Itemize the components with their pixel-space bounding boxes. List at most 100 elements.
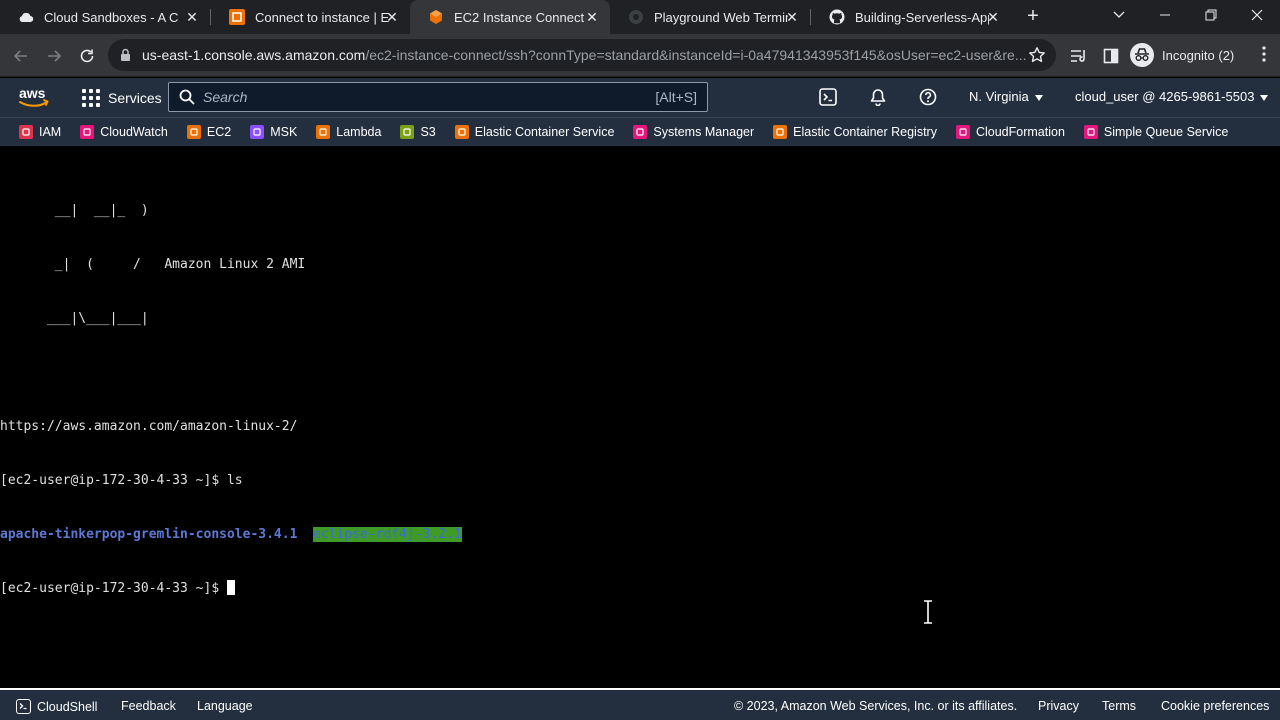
- services-menu[interactable]: Services: [82, 78, 162, 117]
- favorite-elastic-container-service[interactable]: Elastic Container Service: [454, 118, 615, 147]
- search-placeholder: Search: [203, 89, 248, 105]
- reload-button[interactable]: [74, 43, 100, 69]
- url-text: us-east-1.console.aws.amazon.com/ec2-ins…: [142, 47, 1032, 63]
- aws-ec2-icon: [229, 9, 245, 25]
- tab-title: Cloud Sandboxes - A Cloud Guru: [44, 9, 178, 25]
- incognito-label: Incognito (2): [1162, 47, 1235, 63]
- ec2-service-icon: [186, 125, 201, 139]
- favorite-systems-manager[interactable]: Systems Manager: [633, 118, 754, 147]
- bookmark-star-icon[interactable]: [1028, 46, 1046, 69]
- favorite-elastic-container-registry[interactable]: Elastic Container Registry: [773, 118, 937, 147]
- favorite-iam[interactable]: IAM: [19, 118, 61, 147]
- region-label: N. Virginia: [969, 89, 1029, 104]
- cookie-preferences-link[interactable]: Cookie preferences: [1161, 699, 1269, 713]
- screen: Cloud Sandboxes - A Cloud Guru ✕ Connect…: [0, 0, 1280, 720]
- services-label: Services: [108, 89, 162, 106]
- search-shortcut: [Alt+S]: [655, 89, 697, 105]
- favorite-label: CloudWatch: [100, 125, 168, 139]
- restore-icon: [1205, 9, 1217, 21]
- aws-search-input[interactable]: Search [Alt+S]: [168, 82, 708, 112]
- tab-building-serverless-apps[interactable]: Building-Serverless-Apps ✕: [811, 0, 1011, 34]
- favorite-label: Simple Queue Service: [1103, 125, 1229, 139]
- restore-button[interactable]: [1188, 0, 1234, 30]
- svg-text:aws: aws: [19, 85, 46, 101]
- favorite-label: EC2: [206, 125, 232, 139]
- side-panel-icon[interactable]: [1100, 45, 1122, 67]
- forward-button[interactable]: [41, 43, 67, 69]
- browser-menu-icon[interactable]: [1262, 46, 1266, 67]
- cloudshell-button[interactable]: CloudShell: [16, 699, 97, 714]
- tab-cloud-sandboxes[interactable]: Cloud Sandboxes - A Cloud Guru ✕: [0, 0, 210, 34]
- tab-connect-to-instance[interactable]: Connect to instance | EC2 ✕: [211, 0, 410, 34]
- account-menu[interactable]: cloud_user @ 4265-9861-5503: [1075, 89, 1269, 104]
- aws-console-footer: CloudShell Feedback Language © 2023, Ama…: [0, 688, 1280, 720]
- help-icon[interactable]: [918, 87, 938, 107]
- close-window-button[interactable]: [1234, 0, 1280, 30]
- iam-service-icon: [19, 125, 33, 139]
- active-prompt-line: [ec2-user@ip-172-30-4-33 ~]$: [0, 580, 462, 598]
- favorite-label: Elastic Container Registry: [793, 125, 937, 139]
- grid-icon: [82, 88, 100, 107]
- close-tab-icon[interactable]: ✕: [384, 9, 400, 25]
- favorite-label: IAM: [39, 125, 62, 139]
- ssh-terminal[interactable]: __| __|_ ) _| ( / Amazon Linux 2 AMI ___…: [0, 146, 1280, 688]
- tab-title: Connect to instance | EC2: [255, 9, 389, 25]
- simple-queue-service-service-icon: [1083, 125, 1098, 139]
- s3-service-icon: [400, 125, 415, 139]
- notifications-bell-icon[interactable]: [868, 87, 888, 107]
- feedback-link[interactable]: Feedback: [121, 699, 176, 713]
- tab-ec2-instance-connect[interactable]: EC2 Instance Connect ✕: [410, 0, 610, 34]
- close-tab-icon[interactable]: ✕: [184, 9, 200, 25]
- close-tab-icon[interactable]: ✕: [784, 9, 800, 25]
- lock-icon: [120, 48, 131, 67]
- close-tab-icon[interactable]: ✕: [584, 9, 600, 25]
- aws-cube-icon: [428, 9, 444, 25]
- favorite-lambda[interactable]: Lambda: [316, 118, 381, 147]
- privacy-link[interactable]: Privacy: [1038, 699, 1079, 713]
- favorite-msk[interactable]: MSK: [250, 118, 297, 147]
- cloudshell-icon[interactable]: [818, 87, 838, 107]
- favorite-ec2[interactable]: EC2: [186, 118, 232, 147]
- browser-toolbar: us-east-1.console.aws.amazon.com/ec2-ins…: [0, 34, 1280, 77]
- favorite-s3[interactable]: S3: [400, 118, 436, 147]
- new-tab-button[interactable]: +: [1022, 6, 1044, 28]
- minimize-button[interactable]: [1142, 0, 1188, 30]
- tab-title: Building-Serverless-Apps: [855, 9, 989, 25]
- back-button[interactable]: [8, 43, 34, 69]
- account-label: cloud_user @ 4265-9861-5503: [1075, 89, 1255, 104]
- close-tab-icon[interactable]: ✕: [985, 9, 1001, 25]
- favorite-label: Lambda: [336, 125, 382, 139]
- terminal-circle-icon: [628, 9, 644, 25]
- cloudshell-label: CloudShell: [37, 700, 98, 714]
- favorite-cloudwatch[interactable]: CloudWatch: [80, 118, 168, 147]
- banner-line-2: _| ( / Amazon Linux 2 AMI: [0, 257, 306, 272]
- cloudshell-icon: [16, 699, 31, 714]
- favorite-label: S3: [420, 125, 436, 139]
- ls-output-line: apache-tinkerpop-gremlin-console-3.4.1 e…: [0, 526, 462, 544]
- url-path: /ec2-instance-connect/ssh?connType=stand…: [365, 47, 1027, 63]
- address-bar[interactable]: us-east-1.console.aws.amazon.com/ec2-ins…: [108, 39, 1056, 71]
- terminal-output: __| __|_ ) _| ( / Amazon Linux 2 AMI ___…: [0, 166, 462, 634]
- region-selector[interactable]: N. Virginia: [969, 89, 1043, 104]
- tab-title: EC2 Instance Connect: [454, 9, 585, 25]
- reading-list-icon[interactable]: [1068, 45, 1090, 67]
- chevron-down-icon: [1113, 11, 1125, 18]
- aws-logo[interactable]: aws: [18, 84, 50, 110]
- aws-favorites-bar: IAM CloudWatch EC2 MSK Lambda S3 Elastic Conta…: [0, 117, 1280, 146]
- shell-prompt: [ec2-user@ip-172-30-4-33 ~]$: [0, 581, 227, 596]
- incognito-icon: [1130, 43, 1154, 67]
- tab-playground-web-terminal[interactable]: Playground Web Terminal ✕: [610, 0, 810, 34]
- tab-search-button[interactable]: [1096, 0, 1142, 30]
- favorite-cloudformation[interactable]: CloudFormation: [955, 118, 1065, 147]
- favorite-simple-queue-service[interactable]: Simple Queue Service: [1083, 118, 1229, 147]
- terms-link[interactable]: Terms: [1102, 699, 1136, 713]
- aws-console-header: aws Services Search [Alt+S] N. Virginia: [0, 78, 1280, 117]
- caret-down-icon: [1260, 94, 1269, 101]
- minimize-icon: [1160, 14, 1170, 16]
- incognito-indicator[interactable]: Incognito (2): [1130, 43, 1234, 67]
- favorite-label: CloudFormation: [975, 125, 1065, 139]
- text-cursor-icon: [922, 600, 934, 624]
- favorite-label: Elastic Container Service: [474, 125, 615, 139]
- language-link[interactable]: Language: [197, 699, 253, 713]
- cloudwatch-service-icon: [80, 125, 95, 139]
